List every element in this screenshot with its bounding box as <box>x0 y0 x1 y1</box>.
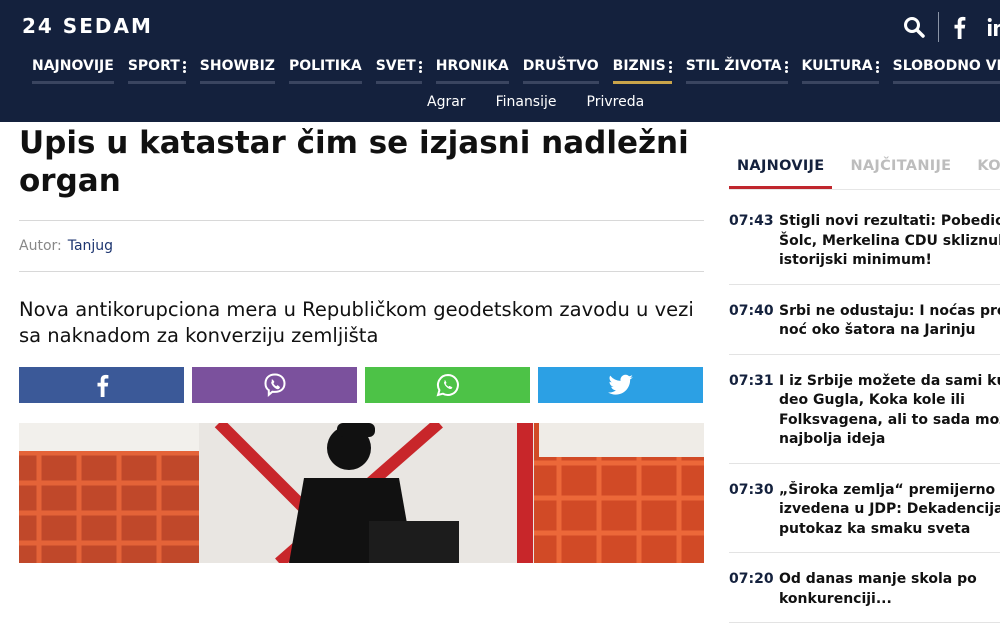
news-item[interactable]: 07:40 Srbi ne odustaju: I noćas pro noć … <box>729 302 1000 355</box>
linkedin-icon[interactable] <box>987 15 1000 39</box>
nav-item-label: POLITIKA <box>288 58 362 74</box>
share-twitter-button[interactable] <box>538 367 703 403</box>
nav-item-politika[interactable]: POLITIKA <box>288 58 362 84</box>
divider <box>729 189 1000 190</box>
nav-item-biznis[interactable]: BIZNIS <box>612 58 672 84</box>
subnav-item-agrar[interactable]: Agrar <box>427 94 466 110</box>
article-title: Upis u katastar čim se izjasni nadležni … <box>19 125 689 199</box>
facebook-icon <box>97 374 108 397</box>
latest-news-list: 07:43 Stigli novi rezultati: Pobedio Šol… <box>729 212 1000 640</box>
viber-icon <box>263 373 286 397</box>
nav-item-label: HRONIKA <box>435 58 509 74</box>
nav-item-slobodno-vreme[interactable]: SLOBODNO VREME <box>892 58 1000 84</box>
nav-item-label: NAJNOVIJE <box>32 58 114 74</box>
tab-komentarisano[interactable]: KOME <box>969 158 1000 189</box>
nav-item-svet[interactable]: SVET <box>375 58 422 84</box>
news-item[interactable]: 07:31 I iz Srbije možete da sami ku deo … <box>729 372 1000 464</box>
nav-item-label: STIL ŽIVOTA <box>685 58 782 74</box>
more-dots-icon[interactable] <box>418 61 422 75</box>
subnav-item-finansije[interactable]: Finansije <box>496 94 557 110</box>
nav-item-label: SVET <box>375 58 416 74</box>
news-title[interactable]: „Široka zemlja“ premijerno izvedena u JD… <box>779 481 1000 540</box>
share-bar <box>19 367 703 403</box>
author-label: Autor: <box>19 238 62 254</box>
nav-item-društvo[interactable]: DRUŠTVO <box>522 58 599 84</box>
news-title[interactable]: I iz Srbije možete da sami ku deo Gugla,… <box>779 372 1000 450</box>
share-whatsapp-button[interactable] <box>365 367 530 403</box>
nav-item-hronika[interactable]: HRONIKA <box>435 58 509 84</box>
news-title[interactable]: Stigli novi rezultati: Pobedio Šolc, Mer… <box>779 212 1000 271</box>
article-lead: Nova antikorupciona mera u Republičkom g… <box>19 298 694 347</box>
share-viber-button[interactable] <box>192 367 357 403</box>
nav-item-najnovije[interactable]: NAJNOVIJE <box>32 58 114 84</box>
whatsapp-icon <box>436 373 459 397</box>
news-item[interactable]: 07:20 Od danas manje skola po konkurenci… <box>729 570 1000 623</box>
nav-item-label: SHOWBIZ <box>199 58 275 74</box>
news-time: 07:30 <box>729 481 774 498</box>
nav-item-label: SPORT <box>127 58 180 74</box>
nav-item-label: KULTURA <box>801 58 873 74</box>
tab-najnovije[interactable]: NAJNOVIJE <box>729 158 833 189</box>
search-icon[interactable] <box>902 15 926 39</box>
main-nav: NAJNOVIJE SPORT SHOWBIZ POLITIKA SVET HRONIKA… <box>32 58 1000 84</box>
more-dots-icon[interactable] <box>784 61 788 75</box>
more-dots-icon[interactable] <box>668 61 672 75</box>
news-time: 07:40 <box>729 302 774 319</box>
news-item[interactable]: 07:30 „Široka zemlja“ premijerno izveden… <box>729 481 1000 553</box>
nav-item-sport[interactable]: SPORT <box>127 58 186 84</box>
nav-item-label: BIZNIS <box>612 58 666 74</box>
news-title[interactable]: Od danas manje skola po konkurenciji... <box>779 570 977 609</box>
divider <box>19 220 704 221</box>
nav-item-showbiz[interactable]: SHOWBIZ <box>199 58 275 84</box>
article-image <box>19 423 704 563</box>
header-icons <box>902 12 1000 42</box>
site-logo[interactable]: 24 SEDAM <box>22 14 153 38</box>
header-divider <box>938 12 939 42</box>
divider <box>19 271 704 272</box>
news-time: 07:43 <box>729 213 774 229</box>
nav-item-label: DRUŠTVO <box>522 58 599 74</box>
sidebar-tabs: NAJNOVIJE NAJČITANIJE KOME <box>729 158 1000 189</box>
tab-najcitanije[interactable]: NAJČITANIJE <box>842 158 959 189</box>
subnav-item-privreda[interactable]: Privreda <box>587 94 645 110</box>
facebook-icon[interactable] <box>951 15 967 39</box>
news-item[interactable]: 07:43 Stigli novi rezultati: Pobedio Šol… <box>729 212 1000 285</box>
share-facebook-button[interactable] <box>19 367 184 403</box>
site-header: 24 SEDAM NAJNOVIJE SPORT SHOWBIZ POLITIKA SV… <box>0 0 1000 122</box>
article-photo <box>19 423 704 563</box>
sub-nav: Agrar Finansije Privreda <box>427 94 674 110</box>
news-title[interactable]: Srbi ne odustaju: I noćas pro noć oko ša… <box>779 302 1000 341</box>
author-name-link[interactable]: Tanjug <box>68 238 113 254</box>
news-time: 07:20 <box>729 571 774 587</box>
article-author: Autor: Tanjug <box>19 238 113 254</box>
news-time: 07:31 <box>729 372 774 389</box>
nav-item-label: SLOBODNO VREME <box>892 58 1000 74</box>
nav-item-kultura[interactable]: KULTURA <box>801 58 879 84</box>
twitter-icon <box>607 374 633 395</box>
more-dots-icon[interactable] <box>182 61 186 75</box>
more-dots-icon[interactable] <box>875 61 879 75</box>
nav-item-stil-života[interactable]: STIL ŽIVOTA <box>685 58 788 84</box>
